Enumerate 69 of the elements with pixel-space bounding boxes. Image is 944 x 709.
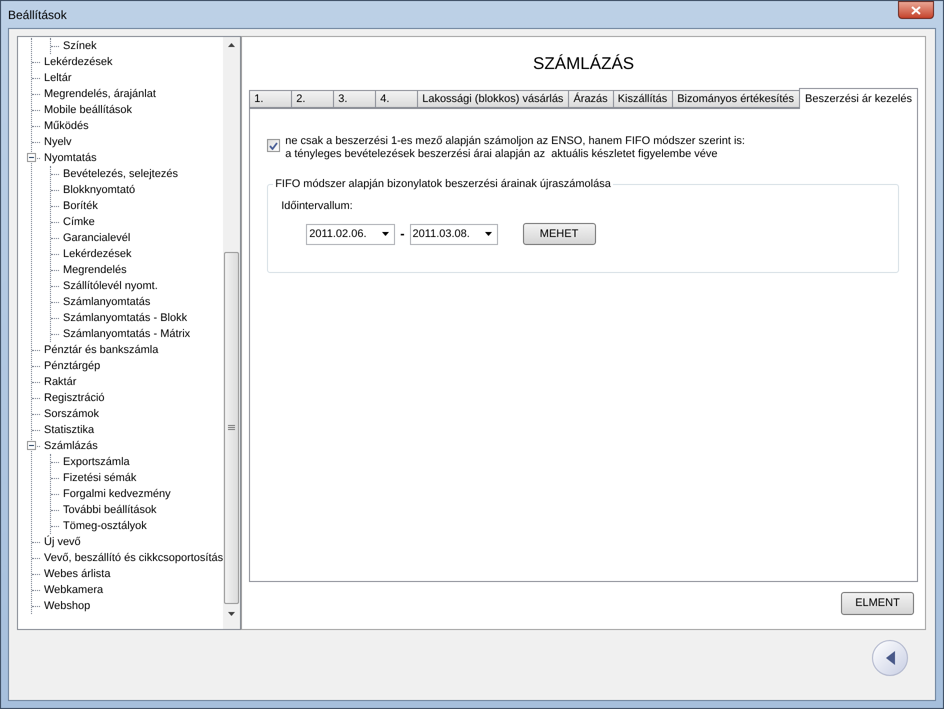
tree-item[interactable]: Nyelv: [44, 134, 72, 150]
range-separator: -: [400, 225, 405, 244]
tab[interactable]: Kiszállítás: [612, 90, 672, 108]
tree-item[interactable]: Lekérdezések: [44, 54, 112, 70]
tree-item[interactable]: Megrendelés, árajánlat: [44, 86, 156, 102]
tree-item[interactable]: Raktár: [44, 374, 76, 390]
left-arrow-icon: [886, 651, 894, 665]
tree-item[interactable]: Szállítólevél nyomt.: [63, 278, 158, 294]
tree-item[interactable]: Webkamera: [44, 582, 104, 598]
tree-item[interactable]: Statisztika: [44, 422, 94, 438]
group-legend: FIFO módszer alapján bizonylatok beszerzési árainak újraszámolása: [273, 176, 613, 192]
tab[interactable]: Árazás: [568, 90, 613, 108]
tree-item[interactable]: Színek: [63, 38, 97, 54]
tree-item[interactable]: További beállítások: [63, 502, 157, 518]
tab[interactable]: Bizományos értékesítés: [672, 90, 799, 108]
tree-item[interactable]: Számlanyomtatás: [63, 294, 150, 310]
tree-item[interactable]: Vevő, beszállító és cikkcsoportosítás: [44, 550, 224, 566]
date-dropdown[interactable]: 2011.02.06.: [306, 224, 396, 244]
tree-item[interactable]: Számlázás: [44, 438, 98, 454]
tree-item[interactable]: Webes árlista: [44, 566, 110, 582]
close-icon: [911, 6, 921, 14]
tab[interactable]: 4.: [375, 90, 418, 108]
tree-item[interactable]: Webshop: [44, 598, 90, 614]
tab[interactable]: 2.: [291, 90, 334, 108]
tab[interactable]: Beszerzési ár kezelés: [799, 88, 918, 109]
back-button[interactable]: [872, 640, 908, 676]
collapse-icon[interactable]: [27, 153, 36, 162]
tree-item[interactable]: Megrendelés: [63, 262, 127, 278]
window-title: Beállítások: [8, 7, 67, 24]
tree-item[interactable]: Sorszámok: [44, 406, 100, 422]
close-button[interactable]: [898, 1, 934, 19]
dropdown-arrow-icon: [382, 232, 390, 236]
tree-item[interactable]: Leltár: [44, 70, 72, 86]
checkbox[interactable]: [267, 139, 280, 152]
collapse-icon[interactable]: [27, 441, 36, 450]
tree-item[interactable]: Garancialevél: [63, 230, 130, 246]
date-dropdown[interactable]: 2011.03.08.: [410, 224, 498, 244]
tree-item[interactable]: Exportszámla: [63, 454, 130, 470]
tree-item[interactable]: Blokknyomtató: [63, 182, 136, 198]
go-button[interactable]: MEHET: [522, 223, 596, 245]
tree-item[interactable]: Lekérdezések: [63, 246, 132, 262]
grip-icon: [228, 425, 236, 431]
page-title: SZÁMLÁZÁS: [533, 53, 634, 76]
tree-item[interactable]: Számlanyomtatás - Mátrix: [63, 326, 190, 342]
scroll-thumb[interactable]: [224, 252, 240, 604]
tree-item[interactable]: Működés: [44, 118, 89, 134]
interval-label: Időintervallum:: [281, 198, 353, 214]
tree-item[interactable]: Pénztárgép: [44, 358, 100, 374]
tree-item[interactable]: Pénztár és bankszámla: [44, 342, 158, 358]
tree-item[interactable]: Új vevő: [44, 534, 81, 550]
dropdown-arrow-icon: [484, 232, 492, 236]
tree-item[interactable]: Boríték: [63, 198, 98, 214]
save-button[interactable]: ELMENT: [841, 592, 914, 615]
tree-item[interactable]: Regisztráció: [44, 390, 105, 406]
tree-item[interactable]: Bevételezés, selejtezés: [63, 166, 178, 182]
scroll-up-icon[interactable]: [228, 43, 236, 47]
tree-item[interactable]: Címke: [63, 214, 95, 230]
tree-item[interactable]: Fizetési sémák: [63, 470, 136, 486]
tab[interactable]: Lakossági (blokkos) vásárlás: [417, 90, 568, 108]
tab[interactable]: 1.: [249, 90, 292, 108]
scroll-down-icon[interactable]: [228, 612, 236, 616]
checkbox-label: ne csak a beszerzési 1-es mező alapján számoljon az ENSO, hanem FIFO módszer szerint is: a tényleges bevételezések beszerzési árai alapján az aktuális készletet figyelembe véve: [285, 135, 745, 161]
tree-item[interactable]: Forgalmi kedvezmény: [63, 486, 171, 502]
scrollbar[interactable]: [223, 37, 240, 629]
tree-item[interactable]: Nyomtatás: [44, 150, 97, 166]
tree-item[interactable]: Számlanyomtatás - Blokk: [63, 310, 188, 326]
tab[interactable]: 3.: [333, 90, 376, 108]
tree-item[interactable]: Tömeg-osztályok: [63, 518, 147, 534]
tree-item[interactable]: Mobile beállítások: [44, 102, 132, 118]
